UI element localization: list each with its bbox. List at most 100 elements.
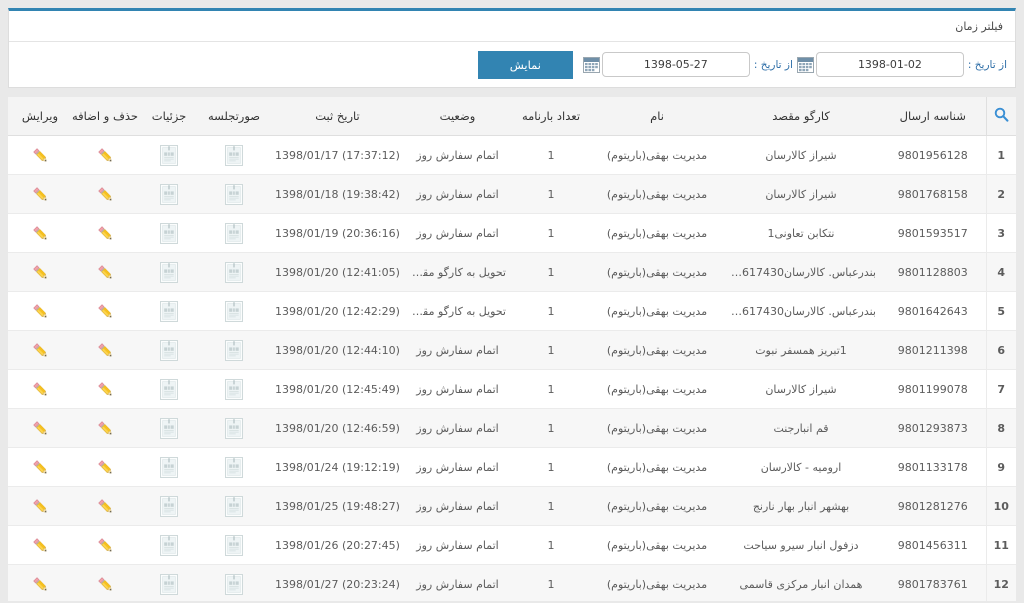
from-date-input[interactable] xyxy=(815,52,964,77)
cell-details[interactable] xyxy=(140,525,198,565)
column-header-id[interactable]: شناسه ارسال xyxy=(880,97,986,136)
cell-confirm[interactable]: تایید تجمیع xyxy=(8,174,10,214)
column-header-dest[interactable]: کارگو مقصد xyxy=(722,97,880,136)
cell-details[interactable] xyxy=(140,213,198,253)
cell-minutes[interactable] xyxy=(198,447,270,487)
cell-edit[interactable] xyxy=(10,447,70,487)
cell-edit[interactable] xyxy=(10,291,70,331)
cell-addrem[interactable] xyxy=(70,525,140,565)
document-icon[interactable] xyxy=(225,417,243,439)
table-row[interactable]: 12 9801783761 همدان انبار مرکزی قاسمی مد… xyxy=(8,564,1016,601)
table-row[interactable]: 8 9801293873 قم انبارجنت مدیریت بهقی(بار… xyxy=(8,408,1016,448)
cell-minutes[interactable] xyxy=(198,174,270,214)
pencil-icon[interactable] xyxy=(96,302,115,321)
cell-addrem[interactable] xyxy=(70,447,140,487)
cell-details[interactable] xyxy=(140,174,198,214)
cell-edit[interactable] xyxy=(10,525,70,565)
cell-confirm[interactable]: تایید تجمیع xyxy=(8,564,10,601)
column-header-edit[interactable]: ویرایش xyxy=(10,97,70,136)
to-date-input[interactable] xyxy=(601,52,750,77)
document-icon[interactable] xyxy=(160,417,178,439)
table-row[interactable]: 11 9801456311 دزفول انبار سیرو سیاحت مدی… xyxy=(8,525,1016,565)
column-header-count[interactable]: تعداد بارنامه xyxy=(510,97,592,136)
pencil-icon[interactable] xyxy=(96,575,115,594)
cell-confirm[interactable]: تایید تجمیع xyxy=(8,369,10,409)
pencil-icon[interactable] xyxy=(96,146,115,165)
document-icon[interactable] xyxy=(225,573,243,595)
cell-edit[interactable] xyxy=(10,369,70,409)
table-row[interactable]: 3 9801593517 نتکابن تعاونی1 مدیریت بهقی(… xyxy=(8,213,1016,253)
table-row[interactable]: 7 9801199078 شیراز کالارسان مدیریت بهقی(… xyxy=(8,369,1016,409)
cell-minutes[interactable] xyxy=(198,369,270,409)
pencil-icon[interactable] xyxy=(96,341,115,360)
cell-edit[interactable] xyxy=(10,135,70,175)
cell-edit[interactable] xyxy=(10,174,70,214)
document-icon[interactable] xyxy=(225,378,243,400)
pencil-icon[interactable] xyxy=(31,536,50,555)
cell-addrem[interactable] xyxy=(70,330,140,370)
table-row[interactable]: 5 9801642643 بندرعباس. کالارسان076336174… xyxy=(8,291,1016,331)
document-icon[interactable] xyxy=(225,456,243,478)
document-icon[interactable] xyxy=(160,495,178,517)
cell-minutes[interactable] xyxy=(198,291,270,331)
pencil-icon[interactable] xyxy=(96,185,115,204)
pencil-icon[interactable] xyxy=(31,302,50,321)
cell-minutes[interactable] xyxy=(198,525,270,565)
column-header-name[interactable]: نام xyxy=(592,97,722,136)
cell-edit[interactable] xyxy=(10,213,70,253)
cell-details[interactable] xyxy=(140,291,198,331)
cell-addrem[interactable] xyxy=(70,213,140,253)
pencil-icon[interactable] xyxy=(31,419,50,438)
cell-details[interactable] xyxy=(140,330,198,370)
search-header-cell[interactable] xyxy=(985,97,1016,136)
pencil-icon[interactable] xyxy=(31,224,50,243)
pencil-icon[interactable] xyxy=(96,458,115,477)
calendar-icon[interactable] xyxy=(796,56,814,73)
document-icon[interactable] xyxy=(160,339,178,361)
column-header-confirm[interactable]: تایید تجمیع xyxy=(8,97,10,136)
document-icon[interactable] xyxy=(160,378,178,400)
cell-confirm[interactable]: تایید تجمیع xyxy=(8,525,10,565)
document-icon[interactable] xyxy=(225,534,243,556)
document-icon[interactable] xyxy=(160,456,178,478)
cell-details[interactable] xyxy=(140,564,198,601)
document-icon[interactable] xyxy=(160,222,178,244)
column-header-details[interactable]: جزئیات xyxy=(140,97,198,136)
cell-details[interactable] xyxy=(140,447,198,487)
document-icon[interactable] xyxy=(225,339,243,361)
cell-confirm[interactable]: تایید تجمیع xyxy=(8,486,10,526)
cell-addrem[interactable] xyxy=(70,369,140,409)
cell-addrem[interactable] xyxy=(70,486,140,526)
pencil-icon[interactable] xyxy=(31,497,50,516)
column-header-addrem[interactable]: حذف و اضافه xyxy=(70,97,140,136)
cell-edit[interactable] xyxy=(10,486,70,526)
table-row[interactable]: 10 9801281276 بهشهر انبار بهار نارنج مدی… xyxy=(8,486,1016,526)
cell-confirm[interactable]: تایید تجمیع xyxy=(8,135,10,175)
cell-details[interactable] xyxy=(140,135,198,175)
document-icon[interactable] xyxy=(160,573,178,595)
pencil-icon[interactable] xyxy=(96,497,115,516)
show-button[interactable]: نمایش xyxy=(477,50,573,79)
pencil-icon[interactable] xyxy=(96,419,115,438)
table-row[interactable]: 6 9801211398 1تبریز همسفر نبوت مدیریت به… xyxy=(8,330,1016,370)
document-icon[interactable] xyxy=(225,144,243,166)
search-icon[interactable] xyxy=(994,107,1009,122)
column-header-minutes[interactable]: صورتجلسه xyxy=(198,97,270,136)
cell-edit[interactable] xyxy=(10,330,70,370)
table-row[interactable]: 9 9801133178 ارومیه - کالارسان مدیریت به… xyxy=(8,447,1016,487)
table-row[interactable]: 1 9801956128 شیراز کالارسان مدیریت بهقی(… xyxy=(8,135,1016,175)
pencil-icon[interactable] xyxy=(31,380,50,399)
cell-addrem[interactable] xyxy=(70,252,140,292)
cell-confirm[interactable]: تایید تجمیع xyxy=(8,252,10,292)
calendar-icon[interactable] xyxy=(582,56,600,73)
document-icon[interactable] xyxy=(225,300,243,322)
pencil-icon[interactable] xyxy=(96,536,115,555)
cell-minutes[interactable] xyxy=(198,135,270,175)
cell-minutes[interactable] xyxy=(198,486,270,526)
document-icon[interactable] xyxy=(225,495,243,517)
cell-details[interactable] xyxy=(140,408,198,448)
document-icon[interactable] xyxy=(160,300,178,322)
pencil-icon[interactable] xyxy=(31,341,50,360)
table-row[interactable]: 4 9801128803 بندرعباس. کالارسان076336174… xyxy=(8,252,1016,292)
pencil-icon[interactable] xyxy=(96,224,115,243)
